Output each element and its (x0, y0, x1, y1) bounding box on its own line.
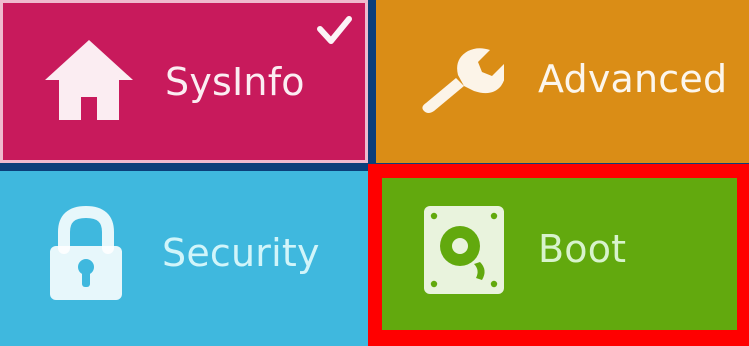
wrench-icon (422, 48, 504, 113)
tile-label-security: Security (162, 231, 320, 275)
tile-security[interactable]: Security (0, 171, 368, 346)
tile-sysinfo[interactable]: SysInfo (0, 0, 368, 163)
tile-label-boot: Boot (538, 227, 627, 271)
lock-icon (50, 206, 122, 300)
checkmark-icon (317, 16, 352, 44)
tile-boot[interactable]: Boot (382, 178, 737, 330)
home-icon (45, 40, 133, 120)
tile-advanced[interactable]: Advanced (376, 0, 749, 163)
hard-drive-icon (424, 206, 504, 294)
bios-tile-menu: SysInfo Advanced Security Boot (0, 0, 749, 346)
tile-label-advanced: Advanced (538, 57, 728, 101)
tile-label-sysinfo: SysInfo (165, 60, 305, 104)
